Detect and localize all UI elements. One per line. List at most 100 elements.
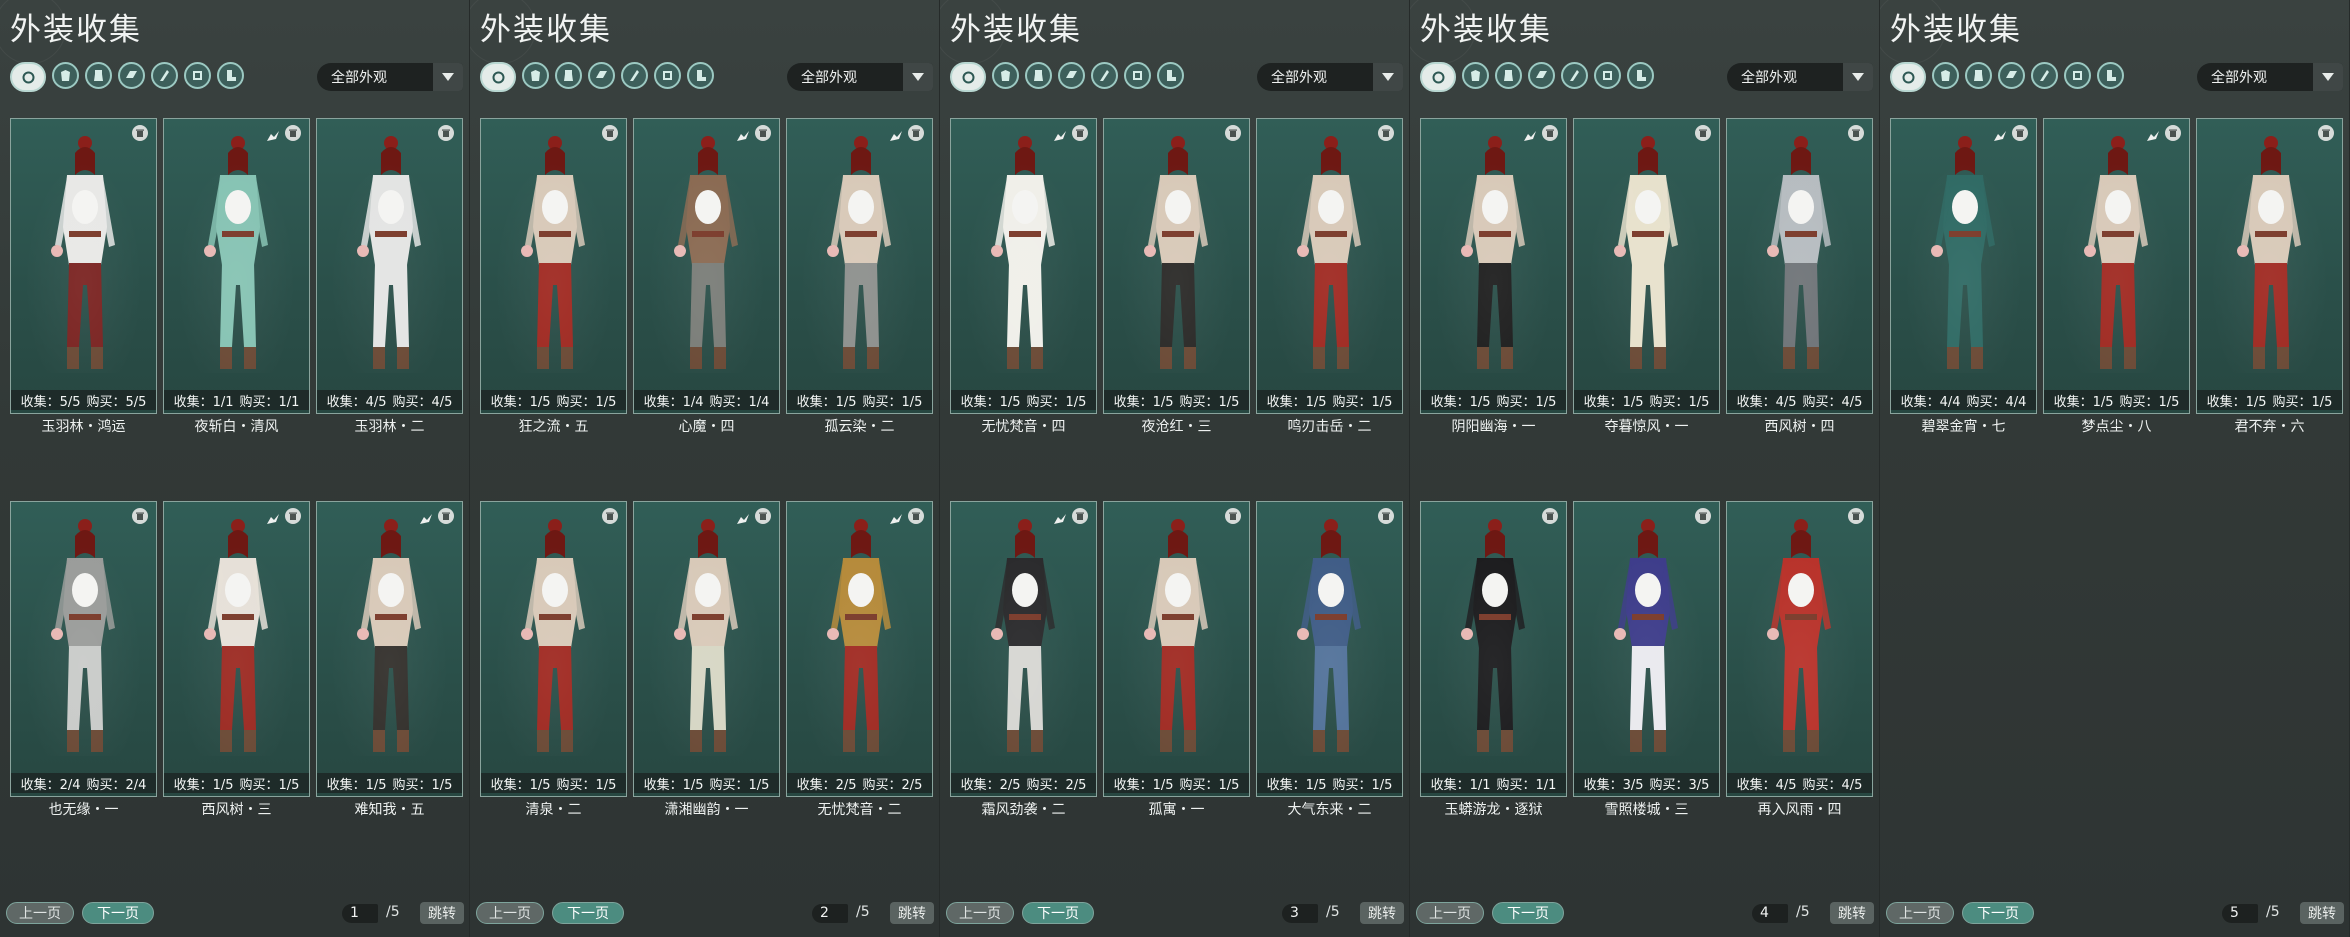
outfit-armor-icon[interactable]	[1998, 62, 2025, 89]
jump-button[interactable]: 跳转	[2300, 902, 2344, 924]
trash-icon[interactable]	[1378, 125, 1394, 141]
trash-icon[interactable]	[908, 508, 924, 524]
outfit-gloves-icon[interactable]	[654, 62, 681, 89]
outfit-card[interactable]: 收集：1/5 购买：1/5 西风树・三	[163, 501, 310, 818]
outfit-cape-icon[interactable]	[151, 62, 178, 89]
outfit-gloves-icon[interactable]	[2064, 62, 2091, 89]
outfit-card[interactable]: 收集：2/4 购买：2/4 也无缘・一	[10, 501, 157, 818]
page-number-input[interactable]: 3	[1282, 904, 1318, 923]
outfit-all-icon[interactable]	[1890, 62, 1926, 92]
outfit-gloves-icon[interactable]	[184, 62, 211, 89]
appearance-filter-dropdown[interactable]: 全部外观	[1257, 63, 1403, 91]
appearance-filter-dropdown[interactable]: 全部外观	[317, 63, 463, 91]
trash-icon[interactable]	[285, 508, 301, 524]
outfit-card[interactable]: 收集：1/5 购买：1/5 潇湘幽韵・一	[633, 501, 780, 818]
outfit-gloves-icon[interactable]	[1594, 62, 1621, 89]
prev-page-button[interactable]: 上一页	[1886, 902, 1954, 924]
trash-icon[interactable]	[1072, 125, 1088, 141]
appearance-filter-dropdown[interactable]: 全部外观	[2197, 63, 2343, 91]
outfit-all-icon[interactable]	[1420, 62, 1456, 92]
outfit-card[interactable]: 收集：1/5 购买：1/5 鸣刃击岳・二	[1256, 118, 1403, 435]
trash-icon[interactable]	[2012, 125, 2028, 141]
jump-button[interactable]: 跳转	[420, 902, 464, 924]
outfit-card[interactable]: 收集：1/1 购买：1/1 玉蟒游龙・逐狱	[1420, 501, 1567, 818]
favorite-icon[interactable]	[737, 131, 749, 141]
outfit-card[interactable]: 收集：1/5 购买：1/5 孤寓・一	[1103, 501, 1250, 818]
chevron-down-icon[interactable]	[1843, 63, 1873, 91]
favorite-icon[interactable]	[890, 514, 902, 524]
outfit-cape-icon[interactable]	[2031, 62, 2058, 89]
outfit-armor-icon[interactable]	[1058, 62, 1085, 89]
outfit-card[interactable]: 收集：1/5 购买：1/5 无忧梵音・四	[950, 118, 1097, 435]
page-number-input[interactable]: 5	[2222, 904, 2258, 923]
outfit-boots-icon[interactable]	[687, 62, 714, 89]
trash-icon[interactable]	[2318, 125, 2334, 141]
outfit-card[interactable]: 收集：2/5 购买：2/5 无忧梵音・二	[786, 501, 933, 818]
chevron-down-icon[interactable]	[433, 63, 463, 91]
chevron-down-icon[interactable]	[1373, 63, 1403, 91]
next-page-button[interactable]: 下一页	[82, 902, 154, 924]
outfit-card[interactable]: 收集：1/5 购买：1/5 阴阳幽海・一	[1420, 118, 1567, 435]
trash-icon[interactable]	[1848, 508, 1864, 524]
next-page-button[interactable]: 下一页	[1022, 902, 1094, 924]
chevron-down-icon[interactable]	[2313, 63, 2343, 91]
outfit-set-icon[interactable]	[555, 62, 582, 89]
outfit-card[interactable]: 收集：1/5 购买：1/5 梦点尘・八	[2043, 118, 2190, 435]
next-page-button[interactable]: 下一页	[1492, 902, 1564, 924]
outfit-card[interactable]: 收集：2/5 购买：2/5 霜风劲袭・二	[950, 501, 1097, 818]
outfit-card[interactable]: 收集：1/5 购买：1/5 孤云染・二	[786, 118, 933, 435]
outfit-card[interactable]: 收集：3/5 购买：3/5 雪照楼城・三	[1573, 501, 1720, 818]
outfit-set-icon[interactable]	[1025, 62, 1052, 89]
trash-icon[interactable]	[132, 125, 148, 141]
favorite-icon[interactable]	[2147, 131, 2159, 141]
outfit-card[interactable]: 收集：1/5 购买：1/5 狂之流・五	[480, 118, 627, 435]
outfit-top-icon[interactable]	[1462, 62, 1489, 89]
trash-icon[interactable]	[1542, 125, 1558, 141]
outfit-boots-icon[interactable]	[1627, 62, 1654, 89]
outfit-card[interactable]: 收集：1/5 购买：1/5 难知我・五	[316, 501, 463, 818]
favorite-icon[interactable]	[737, 514, 749, 524]
next-page-button[interactable]: 下一页	[552, 902, 624, 924]
outfit-cape-icon[interactable]	[1561, 62, 1588, 89]
trash-icon[interactable]	[438, 508, 454, 524]
appearance-filter-dropdown[interactable]: 全部外观	[1727, 63, 1873, 91]
outfit-card[interactable]: 收集：4/5 购买：4/5 再入风雨・四	[1726, 501, 1873, 818]
outfit-card[interactable]: 收集：1/5 购买：1/5 大气东来・二	[1256, 501, 1403, 818]
trash-icon[interactable]	[602, 125, 618, 141]
outfit-card[interactable]: 收集：1/5 购买：1/5 清泉・二	[480, 501, 627, 818]
trash-icon[interactable]	[1542, 508, 1558, 524]
outfit-card[interactable]: 收集：4/5 购买：4/5 玉羽林・二	[316, 118, 463, 435]
favorite-icon[interactable]	[1994, 131, 2006, 141]
outfit-armor-icon[interactable]	[588, 62, 615, 89]
outfit-all-icon[interactable]	[480, 62, 516, 92]
prev-page-button[interactable]: 上一页	[1416, 902, 1484, 924]
trash-icon[interactable]	[1225, 508, 1241, 524]
jump-button[interactable]: 跳转	[890, 902, 934, 924]
outfit-top-icon[interactable]	[1932, 62, 1959, 89]
outfit-card[interactable]: 收集：1/1 购买：1/1 夜斩白・清风	[163, 118, 310, 435]
outfit-gloves-icon[interactable]	[1124, 62, 1151, 89]
next-page-button[interactable]: 下一页	[1962, 902, 2034, 924]
trash-icon[interactable]	[1848, 125, 1864, 141]
outfit-cape-icon[interactable]	[1091, 62, 1118, 89]
trash-icon[interactable]	[1072, 508, 1088, 524]
trash-icon[interactable]	[1695, 125, 1711, 141]
trash-icon[interactable]	[132, 508, 148, 524]
favorite-icon[interactable]	[267, 131, 279, 141]
chevron-down-icon[interactable]	[903, 63, 933, 91]
favorite-icon[interactable]	[890, 131, 902, 141]
outfit-all-icon[interactable]	[10, 62, 46, 92]
jump-button[interactable]: 跳转	[1830, 902, 1874, 924]
favorite-icon[interactable]	[1524, 131, 1536, 141]
outfit-boots-icon[interactable]	[2097, 62, 2124, 89]
outfit-card[interactable]: 收集：4/5 购买：4/5 西风树・四	[1726, 118, 1873, 435]
outfit-top-icon[interactable]	[992, 62, 1019, 89]
favorite-icon[interactable]	[420, 514, 432, 524]
outfit-cape-icon[interactable]	[621, 62, 648, 89]
jump-button[interactable]: 跳转	[1360, 902, 1404, 924]
trash-icon[interactable]	[908, 125, 924, 141]
trash-icon[interactable]	[755, 508, 771, 524]
trash-icon[interactable]	[755, 125, 771, 141]
outfit-card[interactable]: 收集：5/5 购买：5/5 玉羽林・鸿运	[10, 118, 157, 435]
trash-icon[interactable]	[438, 125, 454, 141]
